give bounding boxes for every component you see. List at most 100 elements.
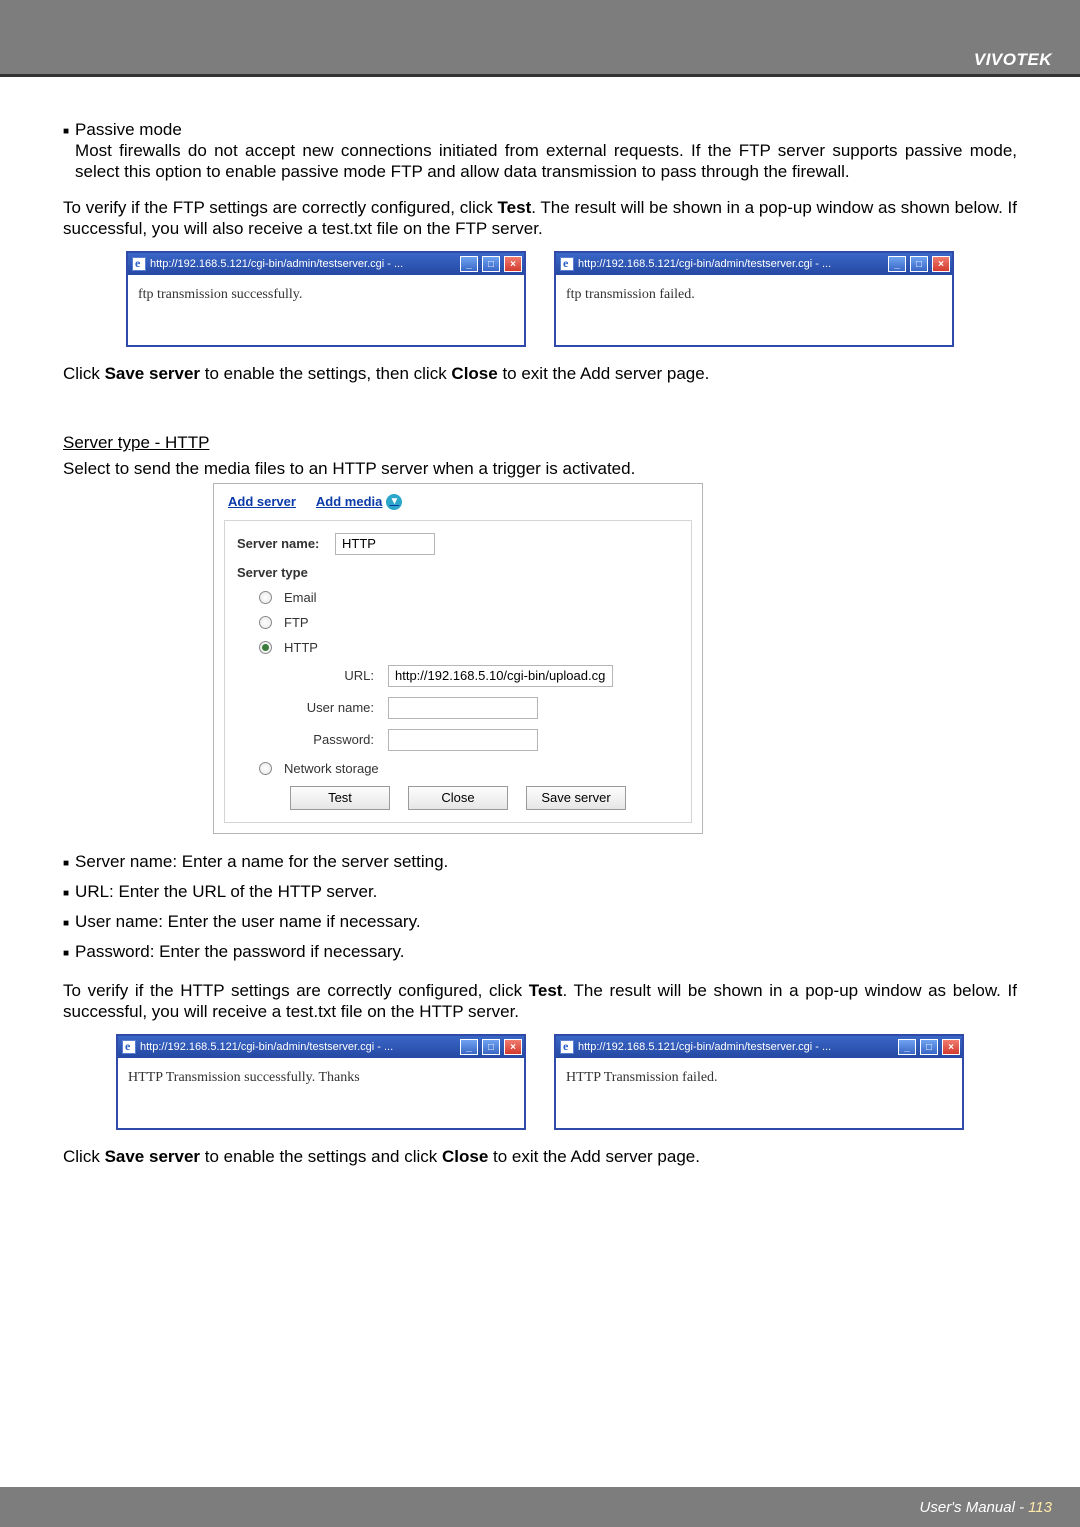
server-name-row: Server name:: [237, 533, 679, 555]
text-fragment: To verify if the FTP settings are correc…: [63, 198, 498, 217]
popup-title: http://192.168.5.121/cgi-bin/admin/tests…: [578, 258, 884, 270]
http-fail-popup: http://192.168.5.121/cgi-bin/admin/tests…: [554, 1034, 964, 1130]
maximize-icon[interactable]: □: [482, 256, 500, 272]
close-word: Close: [451, 364, 497, 383]
tab-add-media-label: Add media: [316, 494, 382, 509]
save-server-button[interactable]: Save server: [526, 786, 626, 810]
bullet-text: URL: Enter the URL of the HTTP server.: [75, 882, 377, 902]
save-server-word: Save server: [105, 1147, 200, 1166]
url-row: URL:: [285, 665, 679, 687]
dialog-tabs: Add server Add media ▼: [214, 484, 702, 516]
username-label: User name:: [285, 700, 380, 715]
ftp-popups-row: http://192.168.5.121/cgi-bin/admin/tests…: [63, 251, 1017, 347]
bullet-text: User name: Enter the user name if necess…: [75, 912, 421, 932]
username-row: User name:: [285, 697, 679, 719]
url-input[interactable]: [388, 665, 613, 687]
bullet-url: ■URL: Enter the URL of the HTTP server.: [63, 882, 1017, 902]
dialog-button-row: Test Close Save server: [237, 786, 679, 810]
http-radio[interactable]: [259, 641, 272, 654]
password-label: Password:: [285, 732, 380, 747]
passive-mode-bullet: ■ Passive mode Most firewalls do not acc…: [63, 120, 1017, 195]
password-input[interactable]: [388, 729, 538, 751]
close-icon[interactable]: ×: [504, 1039, 522, 1055]
maximize-icon[interactable]: □: [920, 1039, 938, 1055]
ftp-verify-paragraph: To verify if the FTP settings are correc…: [63, 197, 1017, 240]
http-section-subtitle: Select to send the media files to an HTT…: [63, 458, 1017, 479]
save-server-word: Save server: [105, 364, 200, 383]
test-button[interactable]: Test: [290, 786, 390, 810]
http-success-popup: http://192.168.5.121/cgi-bin/admin/tests…: [116, 1034, 526, 1130]
network-storage-radio[interactable]: [259, 762, 272, 775]
ftp-radio[interactable]: [259, 616, 272, 629]
maximize-icon[interactable]: □: [482, 1039, 500, 1055]
minimize-icon[interactable]: _: [460, 1039, 478, 1055]
passive-mode-body: Most firewalls do not accept new connect…: [75, 140, 1017, 183]
bullet-text: Server name: Enter a name for the server…: [75, 852, 448, 872]
bullet-username: ■ User name: Enter the user name if neces…: [63, 912, 1017, 932]
title-bar: http://192.168.5.121/cgi-bin/admin/tests…: [556, 253, 952, 275]
maximize-icon[interactable]: □: [910, 256, 928, 272]
save-close-instruction-2: Click Save server to enable the settings…: [63, 1146, 1017, 1167]
url-label: URL:: [285, 668, 380, 683]
title-bar: http://192.168.5.121/cgi-bin/admin/tests…: [128, 253, 524, 275]
header-band: VIVOTEK: [0, 0, 1080, 77]
dialog-body: Server name: Server type Email FTP HTTP: [224, 520, 692, 823]
text-fragment: Click: [63, 364, 105, 383]
ftp-success-popup: http://192.168.5.121/cgi-bin/admin/tests…: [126, 251, 526, 347]
minimize-icon[interactable]: _: [888, 256, 906, 272]
text-fragment: to enable the settings and click: [200, 1147, 442, 1166]
radio-ftp-row: FTP: [259, 615, 679, 630]
content-area: ■ Passive mode Most firewalls do not acc…: [63, 120, 1017, 1180]
server-name-label: Server name:: [237, 536, 327, 551]
add-server-dialog: Add server Add media ▼ Server name: Serv…: [213, 483, 703, 834]
text-fragment: Click: [63, 1147, 105, 1166]
minimize-icon[interactable]: _: [460, 256, 478, 272]
minimize-icon[interactable]: _: [898, 1039, 916, 1055]
server-type-label: Server type: [237, 565, 679, 580]
ie-icon: [132, 257, 146, 271]
popup-title: http://192.168.5.121/cgi-bin/admin/tests…: [578, 1041, 894, 1053]
close-icon[interactable]: ×: [932, 256, 950, 272]
bullet-password: ■Password: Enter the password if necessa…: [63, 942, 1017, 962]
bullet-server-name: ■ Server name: Enter a name for the serve…: [63, 852, 1017, 872]
popup-body: HTTP Transmission failed.: [556, 1058, 962, 1128]
http-bullets: ■ Server name: Enter a name for the serve…: [63, 852, 1017, 962]
ie-icon: [560, 257, 574, 271]
http-popups-row: http://192.168.5.121/cgi-bin/admin/tests…: [63, 1034, 1017, 1130]
http-label: HTTP: [284, 640, 318, 655]
square-bullet-icon: ■: [63, 858, 69, 872]
text-fragment: to enable the settings, then click: [200, 364, 451, 383]
title-bar: http://192.168.5.121/cgi-bin/admin/tests…: [118, 1036, 524, 1058]
page-number: 113: [1028, 1499, 1052, 1516]
square-bullet-icon: ■: [63, 126, 69, 195]
save-close-instruction-1: Click Save server to enable the settings…: [63, 363, 1017, 384]
ftp-fail-popup: http://192.168.5.121/cgi-bin/admin/tests…: [554, 251, 954, 347]
popup-body: ftp transmission failed.: [556, 275, 952, 345]
tab-add-server[interactable]: Add server: [228, 494, 296, 510]
radio-http-row: HTTP: [259, 640, 679, 655]
passive-mode-heading: Passive mode: [75, 120, 182, 139]
close-icon[interactable]: ×: [504, 256, 522, 272]
close-icon[interactable]: ×: [942, 1039, 960, 1055]
email-radio[interactable]: [259, 591, 272, 604]
ie-icon: [122, 1040, 136, 1054]
popup-body: ftp transmission successfully.: [128, 275, 524, 345]
ftp-label: FTP: [284, 615, 309, 630]
username-input[interactable]: [388, 697, 538, 719]
test-word: Test: [498, 198, 532, 217]
password-row: Password:: [285, 729, 679, 751]
bullet-text: Password: Enter the password if necessar…: [75, 942, 404, 962]
popup-body: HTTP Transmission successfully. Thanks: [118, 1058, 524, 1128]
server-name-input[interactable]: [335, 533, 435, 555]
radio-ns-row: Network storage: [259, 761, 679, 776]
text-fragment: to exit the Add server page.: [498, 364, 710, 383]
popup-title: http://192.168.5.121/cgi-bin/admin/tests…: [140, 1041, 456, 1053]
close-button[interactable]: Close: [408, 786, 508, 810]
square-bullet-icon: ■: [63, 918, 69, 932]
tab-add-media[interactable]: Add media ▼: [316, 494, 402, 510]
network-storage-label: Network storage: [284, 761, 379, 776]
email-label: Email: [284, 590, 317, 605]
close-word: Close: [442, 1147, 488, 1166]
http-verify-paragraph: To verify if the HTTP settings are corre…: [63, 980, 1017, 1023]
brand-label: VIVOTEK: [974, 50, 1052, 70]
